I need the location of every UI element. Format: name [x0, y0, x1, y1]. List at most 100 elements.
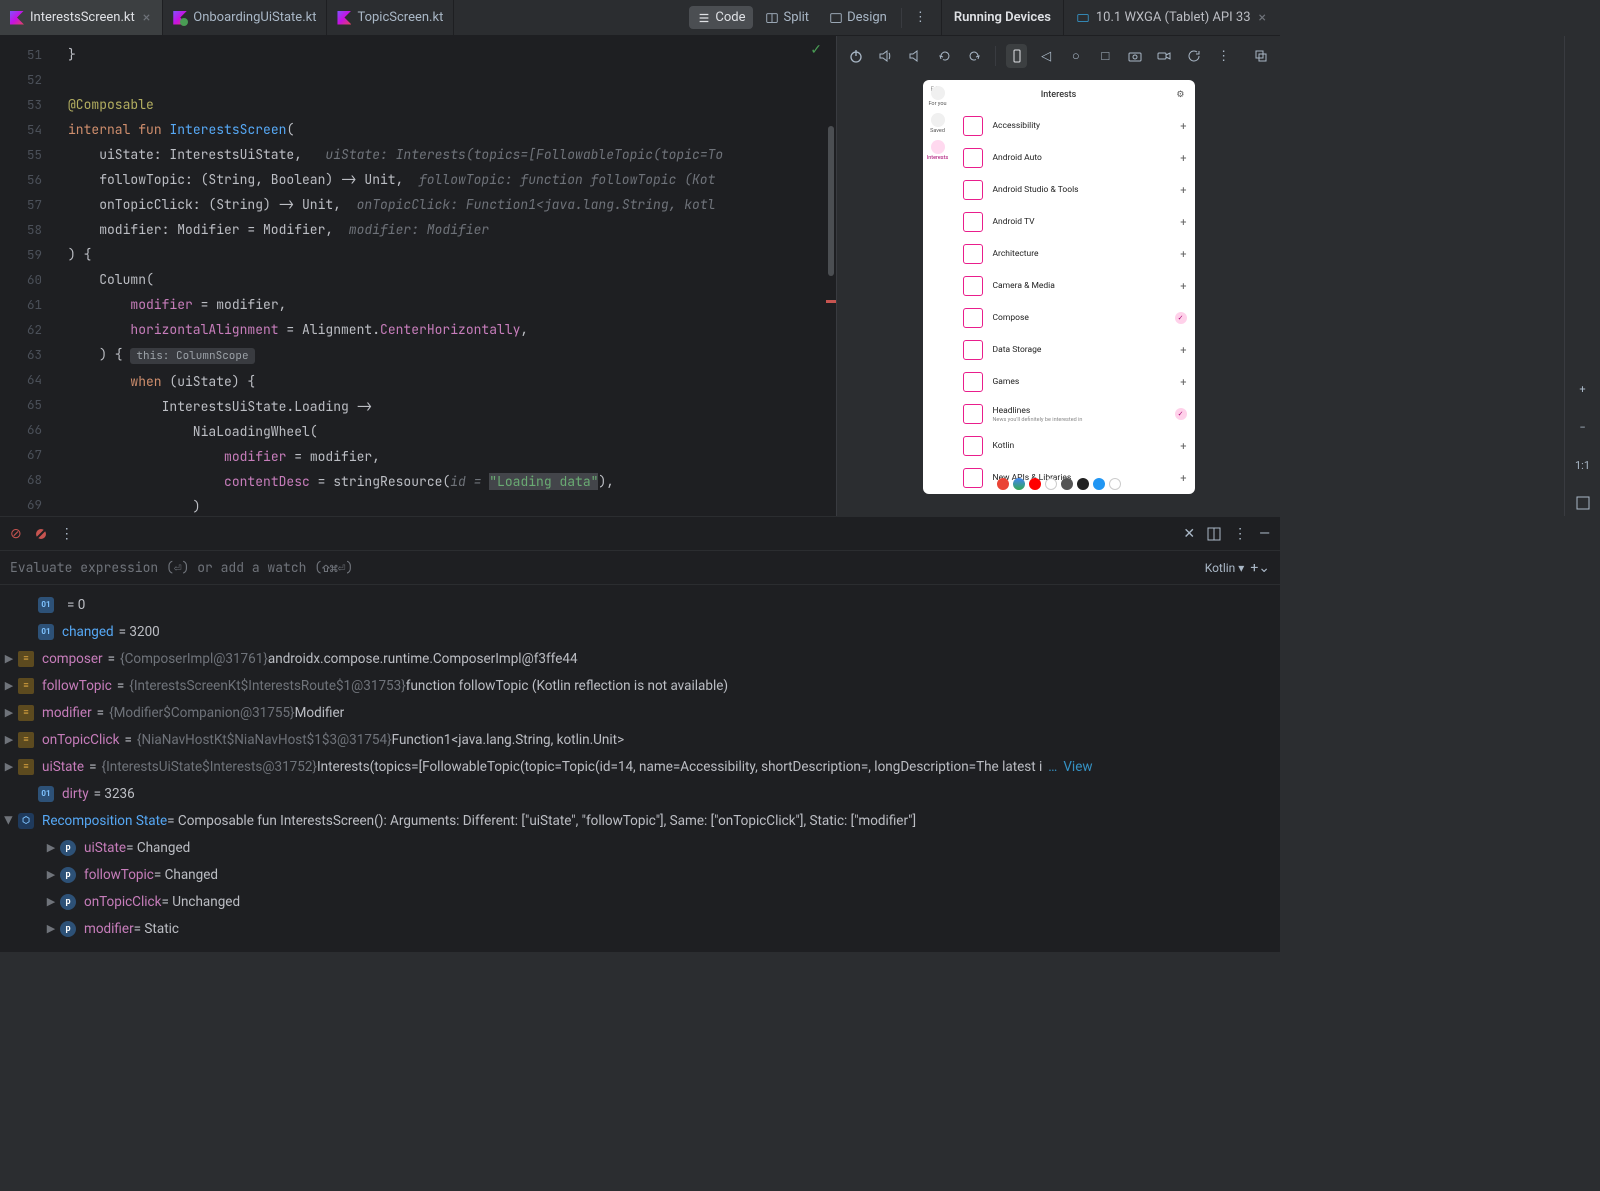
- checked-icon[interactable]: ✓: [1175, 312, 1187, 324]
- more-icon[interactable]: ⋮: [60, 526, 74, 542]
- emulator-screen[interactable]: Edit Interests ⚙ For you Saved Interests…: [923, 80, 1195, 494]
- screen-title: Interests: [923, 90, 1195, 100]
- reset-icon[interactable]: [1183, 44, 1205, 68]
- topic-row[interactable]: Architecture +: [963, 238, 1187, 270]
- variable-row[interactable]: ▶≡modifier={Modifier$Companion@31755} Mo…: [0, 699, 1280, 726]
- topic-row[interactable]: Camera & Media+: [963, 270, 1187, 302]
- variable-row[interactable]: ▶≡composer={ComposerImpl@31761} androidx…: [0, 645, 1280, 672]
- topic-name: Architecture: [993, 249, 1039, 259]
- variable-row[interactable]: ▶≡uiState={InterestsUiState$Interests@31…: [0, 753, 1280, 780]
- variable-row[interactable]: ▶followTopic = Changed: [0, 861, 1280, 888]
- view-link[interactable]: View: [1063, 759, 1092, 775]
- tab-topic-screen[interactable]: TopicScreen.kt: [327, 0, 454, 35]
- topic-name: Games: [993, 377, 1020, 387]
- variable-row[interactable]: 01changed= 3200: [0, 618, 1280, 645]
- add-icon[interactable]: +: [1180, 440, 1186, 453]
- home-icon[interactable]: ○: [1065, 44, 1087, 68]
- screenshot-icon[interactable]: [1124, 44, 1146, 68]
- variable-row[interactable]: ▶onTopicClick = Unchanged: [0, 888, 1280, 915]
- add-icon[interactable]: +: [1180, 248, 1186, 261]
- more-icon[interactable]: ⋮: [1233, 526, 1247, 542]
- error-stripe-marker[interactable]: [826, 300, 836, 303]
- variable-row[interactable]: ▶≡followTopic={InterestsScreenKt$Interes…: [0, 672, 1280, 699]
- variable-row[interactable]: ▶uiState = Changed: [0, 834, 1280, 861]
- back-icon[interactable]: ◁: [1035, 44, 1057, 68]
- nav-foryou[interactable]: For you: [928, 86, 946, 107]
- category-icon: [963, 180, 983, 200]
- topic-row[interactable]: HeadlinesNews you'll definitely be inter…: [963, 398, 1187, 430]
- kotlin-file-icon: [337, 11, 351, 25]
- add-watch-icon[interactable]: +: [1250, 560, 1258, 576]
- zoom-fit-button[interactable]: 1:1: [1570, 452, 1596, 478]
- minimize-icon[interactable]: —: [1259, 526, 1270, 542]
- close-icon[interactable]: ×: [1257, 10, 1268, 26]
- topic-row[interactable]: Accessibility+: [963, 110, 1187, 142]
- evaluate-input[interactable]: Evaluate expression (⏎) or add a watch (…: [10, 559, 1199, 576]
- topic-row[interactable]: Android Studio & Tools+: [963, 174, 1187, 206]
- layout-inspector-icon[interactable]: [1250, 44, 1272, 68]
- close-icon[interactable]: ✕: [1183, 526, 1195, 542]
- mute-breakpoints-icon[interactable]: [34, 527, 48, 541]
- variable-row[interactable]: ▶modifier = Static: [0, 915, 1280, 942]
- scrollbar-thumb[interactable]: [828, 126, 834, 276]
- stop-icon[interactable]: ⊘: [10, 526, 22, 542]
- settings-icon[interactable]: ⚙: [1176, 90, 1184, 100]
- variables-tree[interactable]: 01= 0 01changed= 3200 ▶≡composer={Compos…: [0, 585, 1280, 952]
- tab-interests-screen[interactable]: InterestsScreen.kt ×: [0, 0, 163, 35]
- variable-row[interactable]: ▶≡onTopicClick={NiaNavHostKt$NiaNavHost$…: [0, 726, 1280, 753]
- overview-icon[interactable]: □: [1095, 44, 1117, 68]
- nav-saved[interactable]: Saved: [930, 113, 945, 134]
- topic-row[interactable]: Kotlin+: [963, 430, 1187, 462]
- topic-row[interactable]: Android Auto+: [963, 142, 1187, 174]
- tab-onboarding-uistate[interactable]: OnboardingUiState.kt: [163, 0, 327, 35]
- variable-row-recomposition-state[interactable]: ▶⬡Recomposition State = Composable fun I…: [0, 807, 1280, 834]
- category-icon: [963, 276, 983, 296]
- topic-list[interactable]: Accessibility+Android Auto+Android Studi…: [963, 110, 1187, 494]
- topic-row[interactable]: Compose✓: [963, 302, 1187, 334]
- chevron-down-icon[interactable]: ⌄: [1258, 560, 1270, 576]
- checked-icon[interactable]: ✓: [1175, 408, 1187, 420]
- code-view-button[interactable]: Code: [689, 6, 753, 29]
- close-icon[interactable]: ×: [141, 10, 152, 26]
- layout-view-modes: Code Split Design ⋮: [681, 0, 940, 35]
- topic-row[interactable]: Games +: [963, 366, 1187, 398]
- code-content[interactable]: } @Composable internal fun InterestsScre…: [68, 36, 836, 516]
- device-frame-icon[interactable]: [1006, 44, 1028, 68]
- add-icon[interactable]: +: [1180, 120, 1186, 133]
- rotate-right-icon[interactable]: [963, 44, 985, 68]
- inspection-ok-icon[interactable]: ✓: [810, 42, 822, 58]
- power-icon[interactable]: [845, 44, 867, 68]
- volume-up-icon[interactable]: [875, 44, 897, 68]
- add-icon[interactable]: +: [1180, 376, 1186, 389]
- device-tab[interactable]: 10.1 WXGA (Tablet) API 33 ×: [1063, 0, 1280, 35]
- layout-bounds-button[interactable]: [1570, 490, 1596, 516]
- more-icon[interactable]: ⋮: [1213, 44, 1235, 68]
- rotate-left-icon[interactable]: [934, 44, 956, 68]
- layout-icon[interactable]: [1207, 527, 1221, 541]
- add-icon[interactable]: +: [1180, 344, 1186, 357]
- add-icon[interactable]: +: [1180, 184, 1186, 197]
- zoom-out-button[interactable]: −: [1570, 414, 1596, 440]
- variable-row[interactable]: 01= 0: [0, 591, 1280, 618]
- more-options-icon[interactable]: ⋮: [908, 10, 933, 25]
- language-selector[interactable]: Kotlin ▾: [1199, 561, 1251, 575]
- record-icon[interactable]: [1154, 44, 1176, 68]
- split-view-button[interactable]: Split: [757, 6, 817, 29]
- running-devices-tab[interactable]: Running Devices: [942, 0, 1063, 35]
- variable-row[interactable]: 01dirty= 3236: [0, 780, 1280, 807]
- volume-down-icon[interactable]: [904, 44, 926, 68]
- add-icon[interactable]: +: [1180, 152, 1186, 165]
- editor-scrollbar[interactable]: [826, 36, 836, 516]
- device-screen[interactable]: Edit Interests ⚙ For you Saved Interests…: [837, 76, 1280, 516]
- zoom-in-button[interactable]: +: [1570, 376, 1596, 402]
- topic-row[interactable]: Data Storage+: [963, 334, 1187, 366]
- nav-interests[interactable]: Interests: [927, 140, 948, 161]
- add-icon[interactable]: +: [1180, 280, 1186, 293]
- topic-row[interactable]: Android TV+: [963, 206, 1187, 238]
- add-icon[interactable]: +: [1180, 472, 1186, 485]
- category-icon: [963, 468, 983, 488]
- design-view-button[interactable]: Design: [821, 6, 895, 29]
- add-icon[interactable]: +: [1180, 216, 1186, 229]
- view-mode-label: Split: [783, 10, 809, 25]
- code-editor[interactable]: 5152535455565758596061626364656667686970…: [0, 36, 836, 516]
